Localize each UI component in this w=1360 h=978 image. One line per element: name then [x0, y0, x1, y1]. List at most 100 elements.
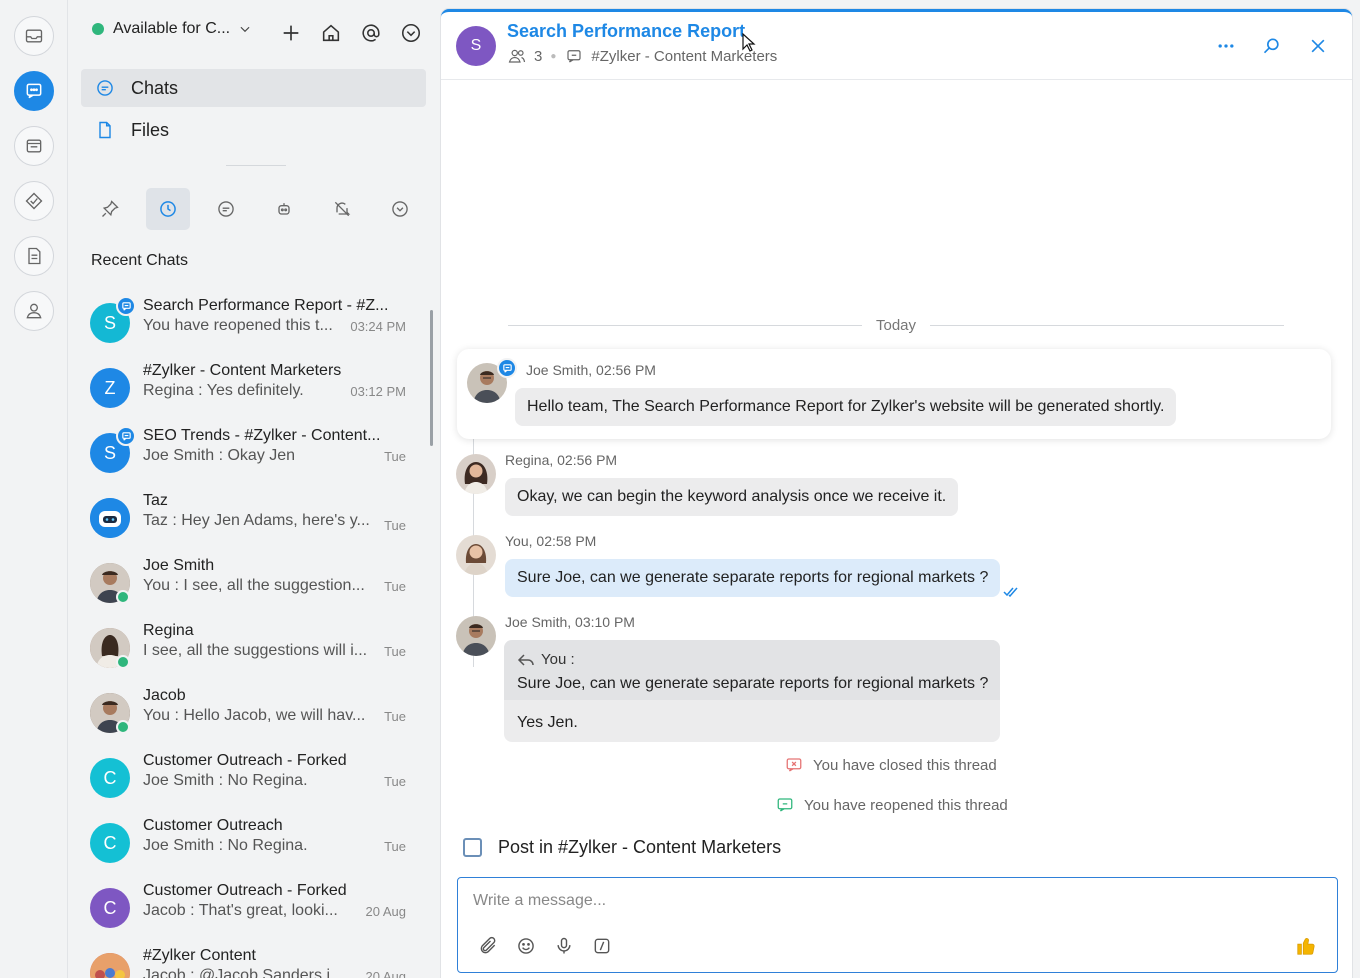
avatar: C — [90, 823, 130, 863]
cliq-chat-icon[interactable] — [14, 71, 54, 111]
message-input[interactable] — [473, 892, 1253, 910]
filter-muted[interactable] — [320, 188, 364, 230]
chat-name: #Zylker - Content Marketers — [143, 362, 342, 379]
attach-icon[interactable] — [478, 936, 498, 956]
home-icon[interactable] — [318, 20, 344, 46]
chat-list-item[interactable]: C Customer Outreach - Forked Jacob : That'… — [68, 875, 428, 940]
chat-list-item[interactable]: C Customer Outreach - Forked Joe Smith : N… — [68, 745, 428, 810]
chat-list-item[interactable]: Z #Zylker - Content Marketers Regina : Yes… — [68, 355, 428, 420]
more-options-icon[interactable] — [1214, 34, 1238, 58]
emoji-icon[interactable] — [516, 936, 536, 956]
chat-name: Regina — [143, 622, 194, 639]
channel-icon — [567, 50, 581, 63]
chat-list-item[interactable]: Jacob You : Hello Jacob, we will hav... Tu… — [68, 680, 428, 745]
chat-preview: Joe Smith : Okay Jen — [143, 447, 296, 464]
chat-time: Tue — [384, 579, 406, 594]
avatar: Z — [90, 368, 130, 408]
filter-recent[interactable] — [146, 188, 190, 230]
tasks-icon[interactable] — [14, 181, 54, 221]
chat-list-item[interactable]: #Zylker Content Jacob : @Jacob Sanders i.… — [68, 940, 428, 978]
chat-preview: Taz : Hey Jen Adams, here's y... — [143, 512, 370, 529]
system-text: You have closed this thread — [813, 756, 997, 774]
contacts-icon[interactable] — [14, 291, 54, 331]
clock-icon — [160, 201, 176, 217]
parent-channel[interactable]: #Zylker - Content Marketers — [591, 48, 777, 65]
status-dot — [92, 23, 104, 35]
mentions-icon[interactable] — [358, 20, 384, 46]
online-status-dot — [116, 590, 130, 604]
chat-preview: Regina : Yes definitely. — [143, 382, 304, 399]
sidebar-scrollbar[interactable] — [430, 310, 433, 446]
mute-icon — [334, 201, 351, 217]
chat-name: SEO Trends - #Zylker - Content... — [143, 427, 381, 444]
message-bubble[interactable]: Sure Joe, can we generate separate repor… — [505, 559, 1001, 597]
chat-list-item[interactable]: S Search Performance Report - #Z... You ha… — [68, 290, 428, 355]
filter-bots[interactable] — [262, 188, 306, 230]
chat-name: Customer Outreach — [143, 817, 283, 834]
workdrive-icon[interactable] — [14, 126, 54, 166]
member-count[interactable]: 3 — [534, 48, 542, 65]
add-icon[interactable] — [278, 20, 304, 46]
parent-message: Joe Smith, 02:56 PM Hello team, The Sear… — [457, 349, 1331, 439]
chat-time: Tue — [384, 644, 406, 659]
avatar: C — [90, 888, 130, 928]
post-in-channel-option[interactable]: Post in #Zylker - Content Marketers — [463, 837, 781, 858]
thumbs-up-icon[interactable] — [1295, 935, 1317, 957]
more-circle-icon[interactable] — [398, 20, 424, 46]
chat-name: Taz — [143, 492, 168, 509]
chat-list-item[interactable]: Taz Taz : Hey Jen Adams, here's y... Tue — [68, 485, 428, 550]
chat-list-item[interactable]: C Customer Outreach Joe Smith : No Regina.… — [68, 810, 428, 875]
avatar[interactable] — [456, 454, 496, 494]
avatar[interactable] — [456, 535, 496, 575]
members-icon — [508, 49, 526, 63]
reply-message[interactable]: You : Sure Joe, can we generate separate… — [504, 640, 1000, 742]
section-title: Recent Chats — [91, 252, 188, 269]
chat-name: Customer Outreach - Forked — [143, 882, 347, 899]
availability-status[interactable]: Available for C... — [92, 20, 252, 38]
chat-list-item[interactable]: Joe Smith You : I see, all the suggestion… — [68, 550, 428, 615]
filter-pinned[interactable] — [88, 188, 132, 230]
recent-chat-list: S Search Performance Report - #Z... You ha… — [68, 290, 428, 978]
chat-preview: Joe Smith : No Regina. — [143, 837, 308, 854]
post-in-channel-checkbox[interactable] — [463, 838, 482, 857]
message-meta: Joe Smith, 03:10 PM — [505, 614, 635, 630]
nav-chats[interactable]: Chats — [81, 69, 426, 107]
microphone-icon[interactable] — [554, 936, 574, 956]
close-icon[interactable] — [1306, 34, 1330, 58]
filter-more[interactable] — [378, 188, 422, 230]
filter-chats[interactable] — [204, 188, 248, 230]
avatar[interactable] — [456, 616, 496, 656]
chat-icon — [218, 201, 234, 217]
thread-title[interactable]: Search Performance Report — [507, 21, 745, 42]
notes-icon[interactable] — [14, 236, 54, 276]
message-bubble[interactable]: Okay, we can begin the keyword analysis … — [505, 478, 959, 516]
online-status-dot — [116, 655, 130, 669]
thread-icon — [116, 426, 136, 446]
nav-files-label: Files — [131, 119, 170, 140]
online-status-dot — [116, 720, 130, 734]
message-meta: Joe Smith, 02:56 PM — [526, 362, 656, 378]
thread-avatar[interactable]: S — [456, 26, 496, 66]
thread-icon — [497, 358, 517, 378]
thread-icon — [116, 296, 136, 316]
chat-time: Tue — [384, 449, 406, 464]
chat-list-item[interactable]: Regina I see, all the suggestions will i.… — [68, 615, 428, 680]
message-bubble[interactable]: Hello team, The Search Performance Repor… — [515, 388, 1177, 426]
pin-icon — [102, 200, 119, 217]
quoted-message[interactable]: You : Sure Joe, can we generate separate… — [504, 640, 1000, 700]
chat-preview: You have reopened this t... — [143, 317, 333, 334]
chat-time: Tue — [384, 774, 406, 789]
read-receipt-icon — [1003, 587, 1018, 597]
app-rail — [0, 0, 68, 978]
search-icon[interactable] — [1260, 34, 1284, 58]
slash-command-icon[interactable] — [592, 936, 612, 956]
mail-icon[interactable] — [14, 16, 54, 56]
message-meta: Regina, 02:56 PM — [505, 452, 618, 468]
nav-files[interactable]: Files — [81, 111, 426, 149]
chat-list-item[interactable]: S SEO Trends - #Zylker - Content... Joe Sm… — [68, 420, 428, 485]
avatar: C — [90, 758, 130, 798]
reply-text: Yes Jen. — [517, 714, 578, 731]
quote-author: You : — [541, 651, 575, 668]
chat-time: Tue — [384, 709, 406, 724]
chat-name: Search Performance Report - #Z... — [143, 297, 389, 314]
